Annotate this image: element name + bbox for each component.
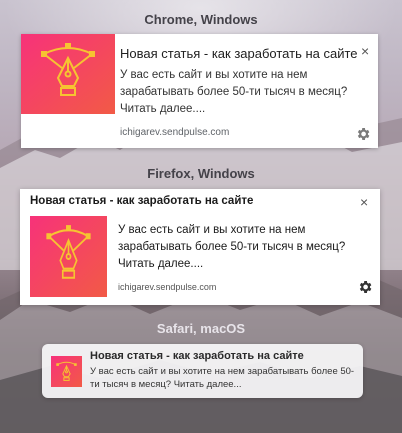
notification-body: У вас есть сайт и вы хотите на нем зараб… [120, 69, 348, 115]
pen-tool-logo-icon [30, 216, 107, 297]
notification-body: У вас есть сайт и вы хотите на нем зараб… [118, 224, 346, 270]
notification-title: Новая статья - как заработать на сайте [120, 46, 358, 61]
close-icon[interactable]: × [360, 194, 368, 210]
chrome-notification[interactable]: Новая статья - как заработать на сайте У… [21, 34, 378, 148]
firefox-notification[interactable]: Новая статья - как заработать на сайте ×… [20, 189, 380, 305]
notification-title: Новая статья - как заработать на сайте [90, 350, 304, 362]
firefox-windows-label: Firefox, Windows [147, 166, 255, 181]
notification-title: Новая статья - как заработать на сайте [30, 195, 254, 207]
pen-tool-logo-icon [51, 356, 82, 387]
gear-icon[interactable] [357, 279, 373, 295]
notification-site: ichigarev.sendpulse.com [118, 282, 217, 292]
close-icon[interactable]: × [361, 43, 369, 59]
safari-notification[interactable]: Новая статья - как заработать на сайте У… [42, 344, 363, 398]
notification-body: У вас есть сайт и вы хотите на нем зараб… [90, 366, 355, 390]
pen-tool-logo-icon [21, 34, 115, 114]
safari-macos-label: Safari, macOS [156, 321, 246, 336]
gear-icon[interactable] [355, 126, 371, 142]
notification-site: ichigarev.sendpulse.com [120, 127, 230, 138]
chrome-windows-label: Chrome, Windows [144, 12, 258, 27]
